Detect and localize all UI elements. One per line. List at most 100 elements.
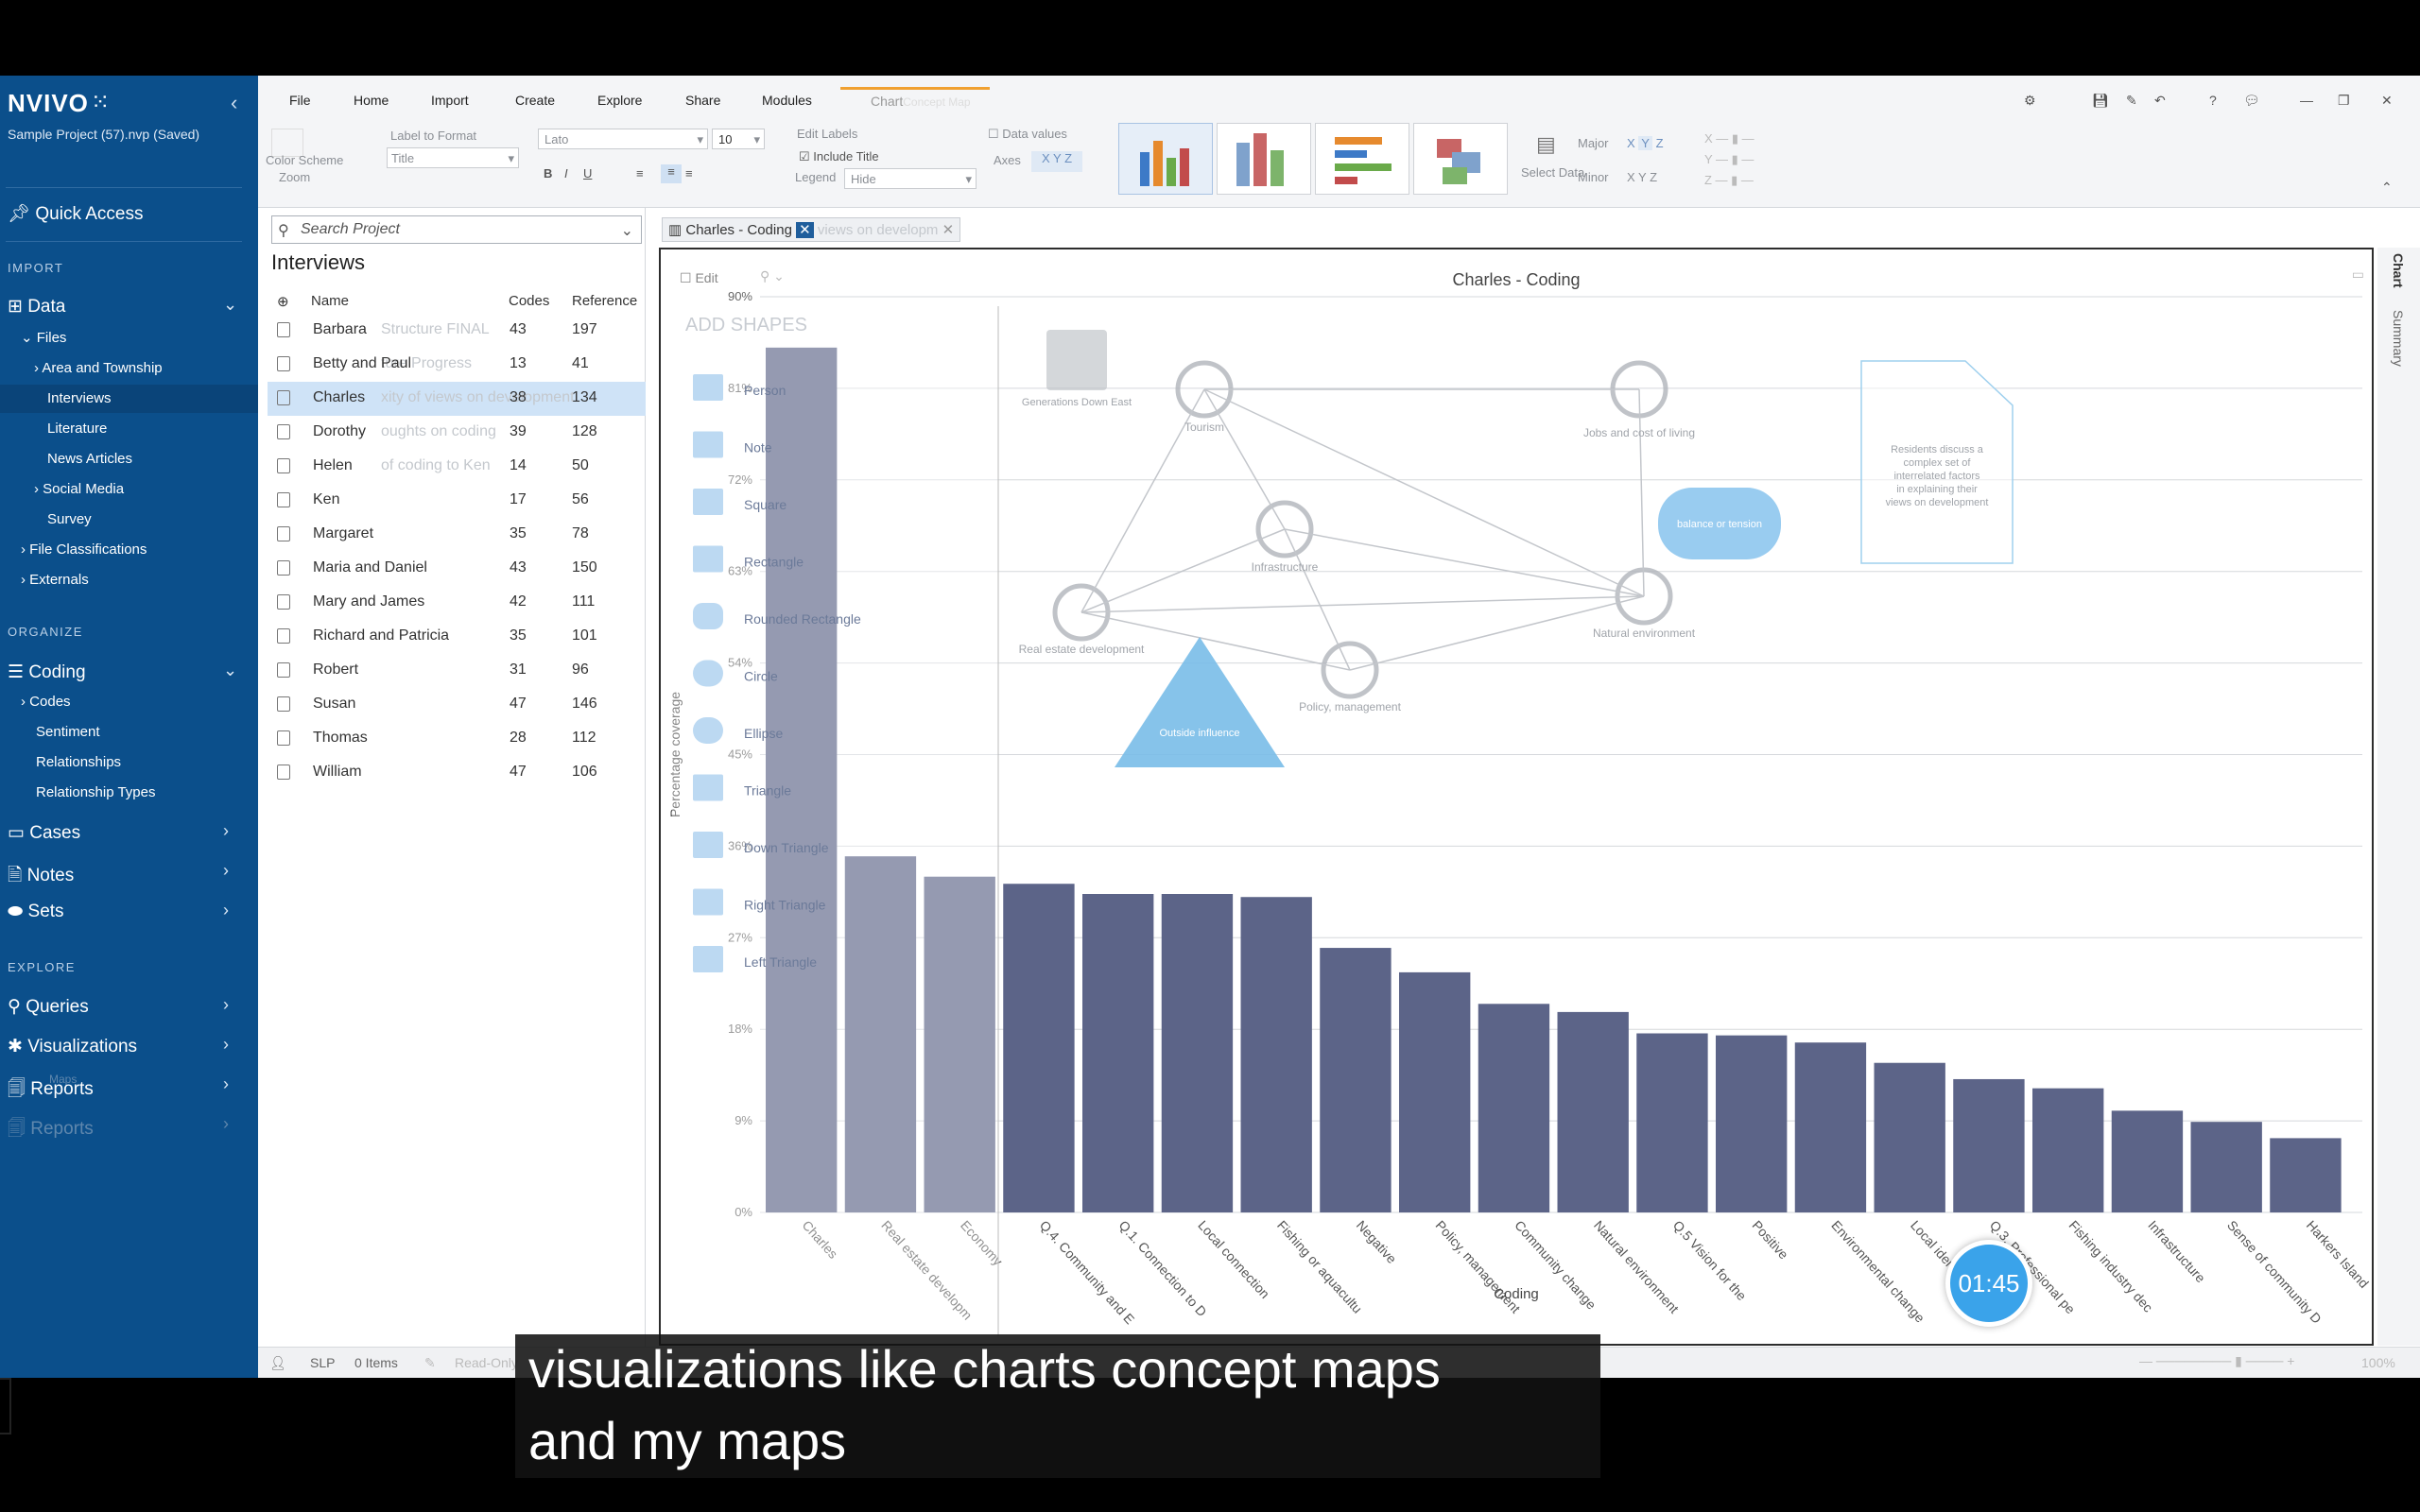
collapse-sidebar-icon[interactable]: ‹ xyxy=(231,91,237,115)
visualizations-section[interactable]: ✱ Visualizations xyxy=(8,1036,137,1057)
table-row[interactable]: Maria and Daniel 43 150 xyxy=(268,552,646,586)
chevron-down-icon[interactable]: ⌄ xyxy=(223,661,237,680)
literature-item[interactable]: Literature xyxy=(47,421,107,437)
bold-button[interactable]: B xyxy=(544,166,552,180)
chevron-right-icon[interactable]: › xyxy=(223,1035,229,1055)
tab-chart-vertical[interactable]: Chart xyxy=(2391,253,2406,288)
document-tab[interactable]: ▥ Charles - Coding ✕ views on developm ✕ xyxy=(662,217,961,242)
legend-select[interactable]: Hide ▾ xyxy=(844,168,977,189)
tab-share[interactable]: Share xyxy=(685,93,720,108)
table-row[interactable]: Structure FINAL Barbara 43 197 xyxy=(268,314,646,348)
major-gridlines-toggle[interactable]: X Y Z xyxy=(1627,136,1664,150)
restore-icon[interactable]: ❐ xyxy=(2338,93,2350,109)
tab-chart[interactable]: ChartConcept Map xyxy=(840,87,990,109)
social-media-item[interactable]: › Social Media xyxy=(34,481,124,497)
column-header-reference[interactable]: Reference xyxy=(572,293,637,309)
tab-explore[interactable]: Explore xyxy=(597,93,642,108)
export-icon[interactable]: ▭ xyxy=(2352,266,2364,283)
close-icon[interactable]: ✕ xyxy=(2381,93,2393,109)
tab-summary-vertical[interactable]: Summary xyxy=(2391,310,2406,367)
color-scheme-button[interactable]: Color Scheme xyxy=(266,153,343,167)
file-classifications-item[interactable]: › File Classifications xyxy=(21,541,147,558)
italic-button[interactable]: I xyxy=(564,166,568,180)
chart-type-column[interactable] xyxy=(1118,123,1213,195)
align-right-icon[interactable]: ≡ xyxy=(685,166,693,180)
table-row[interactable]: xity of views on development Charles 38 134 xyxy=(268,382,646,416)
close-tab-icon[interactable]: ✕ xyxy=(796,222,814,238)
help-icon[interactable]: ? xyxy=(2209,93,2217,108)
table-row[interactable]: Robert 31 96 xyxy=(268,654,646,688)
table-row[interactable]: William 47 106 xyxy=(268,756,646,790)
data-section[interactable]: ⊞ Data xyxy=(8,296,65,318)
externals-item[interactable]: › Externals xyxy=(21,572,89,588)
axis-scale-sliders[interactable]: X — ▮ — Y — ▮ — Z — ▮ — xyxy=(1704,129,1808,195)
news-articles-item[interactable]: News Articles xyxy=(47,451,132,467)
column-header-name[interactable]: Name xyxy=(311,293,349,309)
table-row[interactable]: Margaret 35 78 xyxy=(268,518,646,552)
zoom-slider[interactable]: — ──────── ▮ ──── + xyxy=(2139,1353,2294,1369)
label-format-select[interactable]: Title ▾ xyxy=(387,147,519,168)
table-row[interactable]: ture Progress Betty and Paul 13 41 xyxy=(268,348,646,382)
tab-modules[interactable]: Modules xyxy=(762,93,812,108)
sets-section[interactable]: ⬬ Sets xyxy=(8,902,64,922)
align-center-icon[interactable]: ≡ xyxy=(661,164,682,183)
edit-checkbox[interactable]: ☐ Edit xyxy=(680,270,718,286)
font-size-select[interactable]: 10 ▾ xyxy=(712,129,765,149)
table-row[interactable]: of coding to Ken Helen 14 50 xyxy=(268,450,646,484)
column-header-codes[interactable]: Codes xyxy=(509,293,549,309)
tab-file[interactable]: File xyxy=(289,93,311,108)
reports-section[interactable]: 🗐︎ Reports xyxy=(8,1075,94,1106)
save-icon[interactable]: 💾︎ xyxy=(2092,93,2109,109)
chevron-down-icon[interactable]: ⌄ xyxy=(223,295,237,315)
queries-section[interactable]: ⚲ Queries xyxy=(8,996,89,1018)
relationship-types-item[interactable]: Relationship Types xyxy=(36,784,155,800)
search-input[interactable]: ⚲ Search Project ⌄ xyxy=(271,215,642,244)
cases-section[interactable]: ▭ Cases xyxy=(8,822,80,844)
relationships-item[interactable]: Relationships xyxy=(36,754,121,770)
table-row[interactable]: Mary and James 42 111 xyxy=(268,586,646,620)
edit-icon[interactable]: ✎ xyxy=(2126,93,2137,109)
settings-icon[interactable]: ⚙︎ xyxy=(2024,93,2036,109)
area-township-item[interactable]: › Area and Township xyxy=(34,360,163,376)
chevron-right-icon[interactable]: › xyxy=(223,1074,229,1094)
minimize-icon[interactable]: — xyxy=(2300,93,2313,108)
table-row[interactable]: Thomas 28 112 xyxy=(268,722,646,756)
sentiment-item[interactable]: Sentiment xyxy=(36,724,100,740)
survey-item[interactable]: Survey xyxy=(47,511,92,527)
include-title-checkbox[interactable]: ☑ Include Title xyxy=(799,149,879,164)
select-data-icon[interactable]: ▤ xyxy=(1536,132,1556,157)
edit-labels-button[interactable]: Edit Labels xyxy=(797,127,857,141)
data-values-checkbox[interactable]: ☐ Data values xyxy=(988,127,1067,142)
codes-item[interactable]: › Codes xyxy=(21,694,71,710)
coding-section[interactable]: ☰ Coding xyxy=(8,662,86,683)
zoom-button[interactable]: Zoom xyxy=(279,170,310,184)
zoom-dropdown-icon[interactable]: ⚲ ⌄ xyxy=(760,268,785,284)
notes-section[interactable]: 🗎︎ Notes xyxy=(8,862,74,892)
chevron-right-icon[interactable]: › xyxy=(223,861,229,881)
chart-type-3d-bar[interactable] xyxy=(1413,123,1508,195)
quick-access-item[interactable]: 📌︎ Quick Access xyxy=(8,202,143,225)
table-row[interactable]: Ken 17 56 xyxy=(268,484,646,518)
align-left-icon[interactable]: ≡ xyxy=(636,166,644,180)
chart-type-3d-column[interactable] xyxy=(1217,123,1311,195)
close-tab-icon[interactable]: ✕ xyxy=(942,222,955,238)
select-data-button[interactable]: Select Data xyxy=(1521,166,1584,180)
undo-icon[interactable]: ↶ xyxy=(2154,93,2166,109)
chevron-right-icon[interactable]: › xyxy=(223,995,229,1015)
minor-gridlines-toggle[interactable]: X Y Z xyxy=(1627,170,1657,184)
table-row[interactable]: Richard and Patricia 35 101 xyxy=(268,620,646,654)
font-select[interactable]: Lato ▾ xyxy=(538,129,708,149)
add-column-icon[interactable]: ⊕ xyxy=(277,293,289,310)
table-row[interactable]: oughts on coding Dorothy 39 128 xyxy=(268,416,646,450)
table-row[interactable]: Susan 47 146 xyxy=(268,688,646,722)
underline-button[interactable]: U xyxy=(583,166,592,180)
chevron-right-icon[interactable]: › xyxy=(223,901,229,920)
tab-import[interactable]: Import xyxy=(431,93,469,108)
axes-xy-toggle[interactable]: X Y Z xyxy=(1031,151,1082,172)
comment-icon[interactable]: 💬︎ xyxy=(2243,93,2260,109)
tab-create[interactable]: Create xyxy=(515,93,555,108)
files-item[interactable]: ⌄ Files xyxy=(21,329,66,346)
collapse-ribbon-icon[interactable]: ⌃ xyxy=(2381,180,2393,196)
interviews-item[interactable]: Interviews xyxy=(47,390,112,406)
chart-type-bar[interactable] xyxy=(1315,123,1409,195)
